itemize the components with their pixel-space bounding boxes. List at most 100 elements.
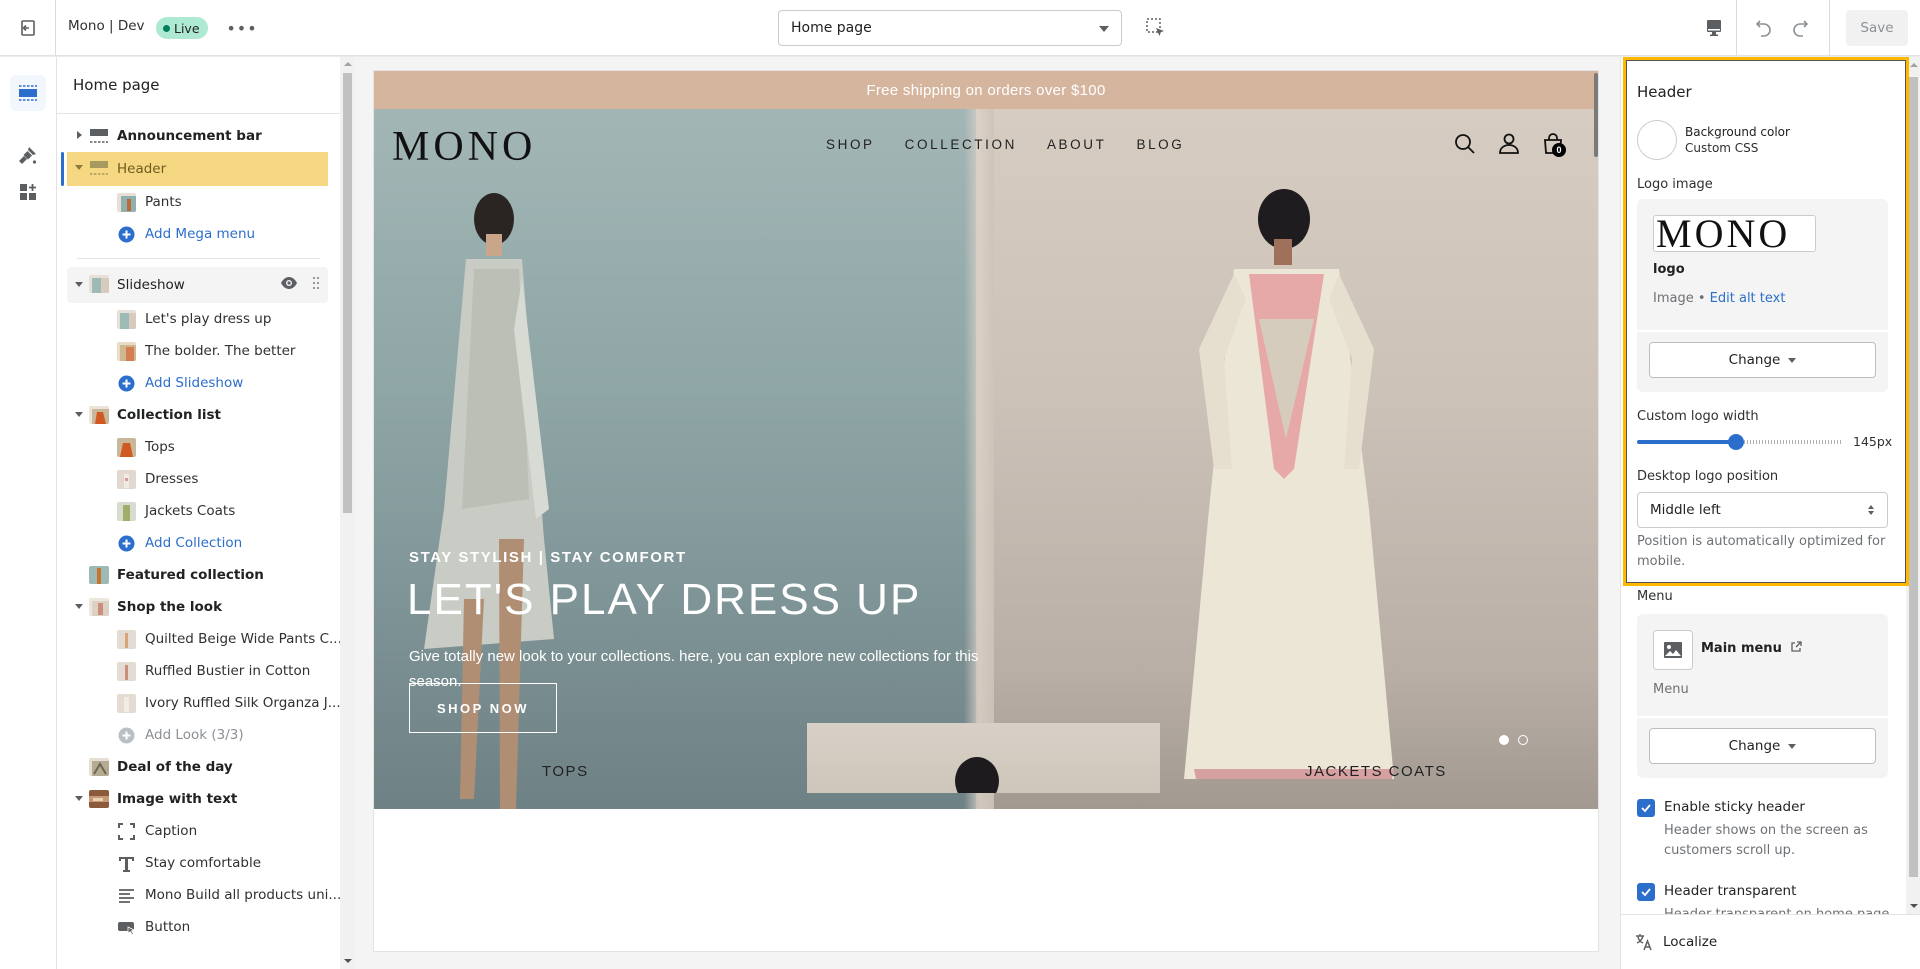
page-selector-value: Home page bbox=[791, 20, 872, 36]
sticky-header-checkbox[interactable] bbox=[1637, 799, 1655, 817]
menu-name[interactable]: Main menu bbox=[1701, 641, 1803, 656]
logo-file-name: logo bbox=[1653, 262, 1685, 277]
scroll-down-icon[interactable] bbox=[344, 959, 352, 963]
rail-apps-button[interactable] bbox=[10, 174, 46, 210]
section-shop-the-look[interactable]: Shop the look bbox=[57, 591, 340, 623]
save-button[interactable]: Save bbox=[1846, 10, 1908, 46]
collection-image-dresses[interactable] bbox=[807, 723, 1160, 793]
block-tops[interactable]: Tops bbox=[57, 431, 340, 463]
block-slide-2[interactable]: The bolder. The better bbox=[57, 335, 340, 367]
store-logo[interactable]: MONO bbox=[392, 123, 536, 171]
redo-button[interactable] bbox=[1786, 14, 1814, 42]
store-cart-button[interactable]: 0 bbox=[1540, 131, 1566, 157]
undo-button[interactable] bbox=[1750, 14, 1778, 42]
sidebar-scrollbar[interactable] bbox=[340, 57, 355, 969]
block-jackets-coats[interactable]: Jackets Coats bbox=[57, 495, 340, 527]
section-announcement-bar[interactable]: Announcement bar bbox=[57, 120, 340, 152]
slide-dot-1[interactable] bbox=[1499, 735, 1509, 745]
device-preview-button[interactable] bbox=[1700, 14, 1728, 42]
select-element-icon bbox=[1146, 18, 1164, 36]
external-link-icon[interactable] bbox=[1790, 641, 1803, 653]
rail-theme-settings-button[interactable] bbox=[10, 137, 46, 173]
caret-down-icon bbox=[1788, 357, 1797, 363]
scrollbar-thumb[interactable] bbox=[343, 73, 352, 513]
preview-scrollbar[interactable] bbox=[1594, 73, 1598, 157]
slide-dot-2[interactable] bbox=[1518, 735, 1528, 745]
block-slide-1[interactable]: Let's play dress up bbox=[57, 303, 340, 335]
preview-area: Free shipping on orders over $100 MONO S… bbox=[355, 57, 1620, 969]
nav-item-shop[interactable]: SHOP bbox=[826, 137, 875, 152]
block-look-3[interactable]: Ivory Ruffled Silk Organza J... bbox=[57, 687, 340, 719]
logo-position-help: Position is automatically optimized for … bbox=[1637, 534, 1886, 569]
section-collection-list[interactable]: Collection list bbox=[57, 399, 340, 431]
section-thumbnail-icon bbox=[89, 275, 109, 293]
change-menu-button[interactable]: Change bbox=[1649, 728, 1876, 764]
header-transparent-label[interactable]: Header transparent bbox=[1664, 883, 1796, 899]
sticky-header-label[interactable]: Enable sticky header bbox=[1664, 799, 1805, 815]
header-transparent-checkbox[interactable] bbox=[1637, 883, 1655, 901]
logo-width-slider[interactable] bbox=[1637, 434, 1843, 450]
scrollbar-thumb[interactable] bbox=[1909, 77, 1918, 877]
announcement-bar[interactable]: Free shipping on orders over $100 bbox=[374, 71, 1598, 109]
section-slideshow[interactable]: Slideshow bbox=[67, 267, 328, 303]
section-thumbnail-icon bbox=[89, 790, 109, 808]
hero-subheading: STAY STYLISH | STAY COMFORT bbox=[409, 549, 687, 566]
collapse-icon[interactable] bbox=[75, 604, 83, 609]
rail-sections-button[interactable] bbox=[10, 75, 46, 111]
nav-item-about[interactable]: ABOUT bbox=[1047, 137, 1107, 152]
background-color-label: Background color bbox=[1685, 125, 1790, 139]
drag-handle-icon[interactable] bbox=[312, 276, 320, 290]
more-actions-button[interactable]: ••• bbox=[226, 14, 256, 42]
menu-type: Menu bbox=[1653, 682, 1689, 697]
exit-button[interactable] bbox=[0, 0, 56, 56]
block-caption[interactable]: Caption bbox=[57, 815, 340, 847]
add-collection-button[interactable]: Add Collection bbox=[57, 527, 340, 559]
block-text[interactable]: Mono Build all products uni... bbox=[57, 879, 340, 911]
section-header[interactable]: Header bbox=[67, 152, 328, 186]
block-look-1[interactable]: Quilted Beige Wide Pants C... bbox=[57, 623, 340, 655]
collection-title-tops[interactable]: TOPS bbox=[542, 763, 589, 780]
section-label: Shop the look bbox=[117, 599, 223, 615]
nav-item-blog[interactable]: BLOG bbox=[1136, 137, 1184, 152]
slider-track bbox=[1744, 440, 1843, 444]
logo-position-select[interactable]: Middle left bbox=[1637, 492, 1888, 528]
collapse-icon[interactable] bbox=[75, 412, 83, 417]
block-heading[interactable]: Stay comfortable bbox=[57, 847, 340, 879]
block-look-2[interactable]: Ruffled Bustier in Cotton bbox=[57, 655, 340, 687]
collection-title-jackets-coats[interactable]: JACKETS COATS bbox=[1305, 763, 1447, 780]
add-slideshow-button[interactable]: Add Slideshow bbox=[57, 367, 340, 399]
scroll-up-icon[interactable] bbox=[344, 62, 352, 66]
scroll-up-icon[interactable] bbox=[1910, 63, 1918, 67]
background-color-swatch[interactable] bbox=[1637, 120, 1677, 160]
page-selector[interactable]: Home page bbox=[778, 10, 1122, 46]
collapse-icon[interactable] bbox=[75, 282, 83, 287]
section-featured-collection[interactable]: Featured collection bbox=[57, 559, 340, 591]
block-dresses[interactable]: Dresses bbox=[57, 463, 340, 495]
section-thumbnail-icon bbox=[89, 758, 109, 776]
expand-icon[interactable] bbox=[77, 131, 82, 139]
section-deal-of-the-day[interactable]: Deal of the day bbox=[57, 751, 340, 783]
block-pants[interactable]: Pants bbox=[57, 186, 340, 218]
section-image-with-text[interactable]: Image with text bbox=[57, 783, 340, 815]
paintbrush-icon bbox=[19, 147, 37, 164]
inspector-toggle-button[interactable] bbox=[1144, 16, 1168, 40]
edit-alt-text-link[interactable]: Edit alt text bbox=[1710, 291, 1786, 306]
slider-knob[interactable] bbox=[1728, 434, 1744, 450]
store-search-button[interactable] bbox=[1452, 131, 1478, 157]
panel-scrollbar[interactable] bbox=[1906, 57, 1920, 914]
add-circle-icon bbox=[118, 535, 135, 552]
logo-width-label: Custom logo width bbox=[1637, 409, 1759, 424]
slideshow-hero[interactable]: MONO SHOP COLLECTION ABOUT BLOG 0 STAY S… bbox=[374, 109, 1598, 809]
scroll-down-icon[interactable] bbox=[1910, 904, 1918, 908]
shop-now-button[interactable]: SHOP NOW bbox=[409, 683, 557, 733]
nav-item-collection[interactable]: COLLECTION bbox=[905, 137, 1017, 152]
change-logo-button[interactable]: Change bbox=[1649, 342, 1876, 378]
undo-icon bbox=[1755, 20, 1771, 37]
store-account-button[interactable] bbox=[1496, 131, 1522, 157]
localize-button[interactable]: Localize bbox=[1621, 914, 1920, 969]
visibility-eye-icon[interactable] bbox=[280, 275, 298, 291]
add-mega-menu-button[interactable]: Add Mega menu bbox=[57, 218, 340, 250]
collapse-icon[interactable] bbox=[75, 796, 83, 801]
block-button[interactable]: Button bbox=[57, 911, 340, 943]
collapse-icon[interactable] bbox=[75, 165, 83, 170]
